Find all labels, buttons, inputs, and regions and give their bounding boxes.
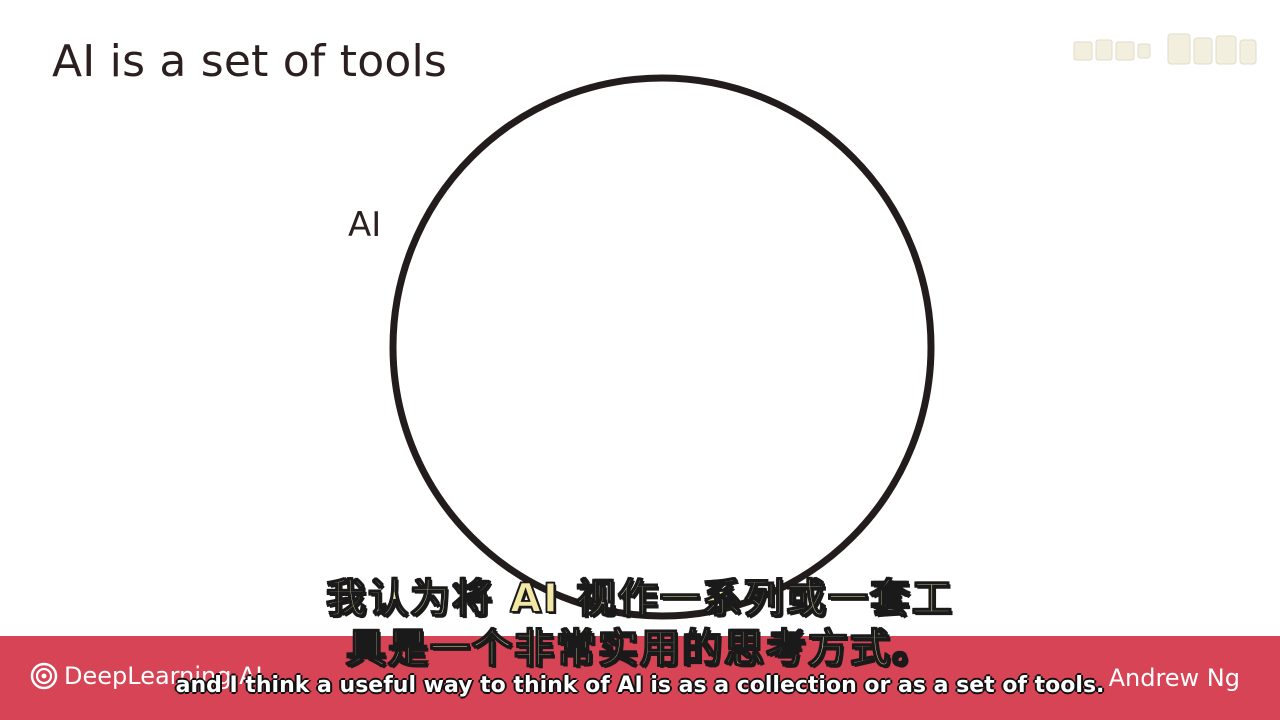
- video-frame: AI is a set of tools AI DeepLearning.AI …: [0, 0, 1280, 720]
- ai-circle-label: AI: [348, 205, 382, 245]
- subtitle-zh-line-2: 具是一个非常实用的思考方式。: [345, 625, 934, 673]
- ai-circle: [389, 74, 935, 620]
- subtitle-en: and I think a useful way to think of AI …: [175, 673, 1105, 698]
